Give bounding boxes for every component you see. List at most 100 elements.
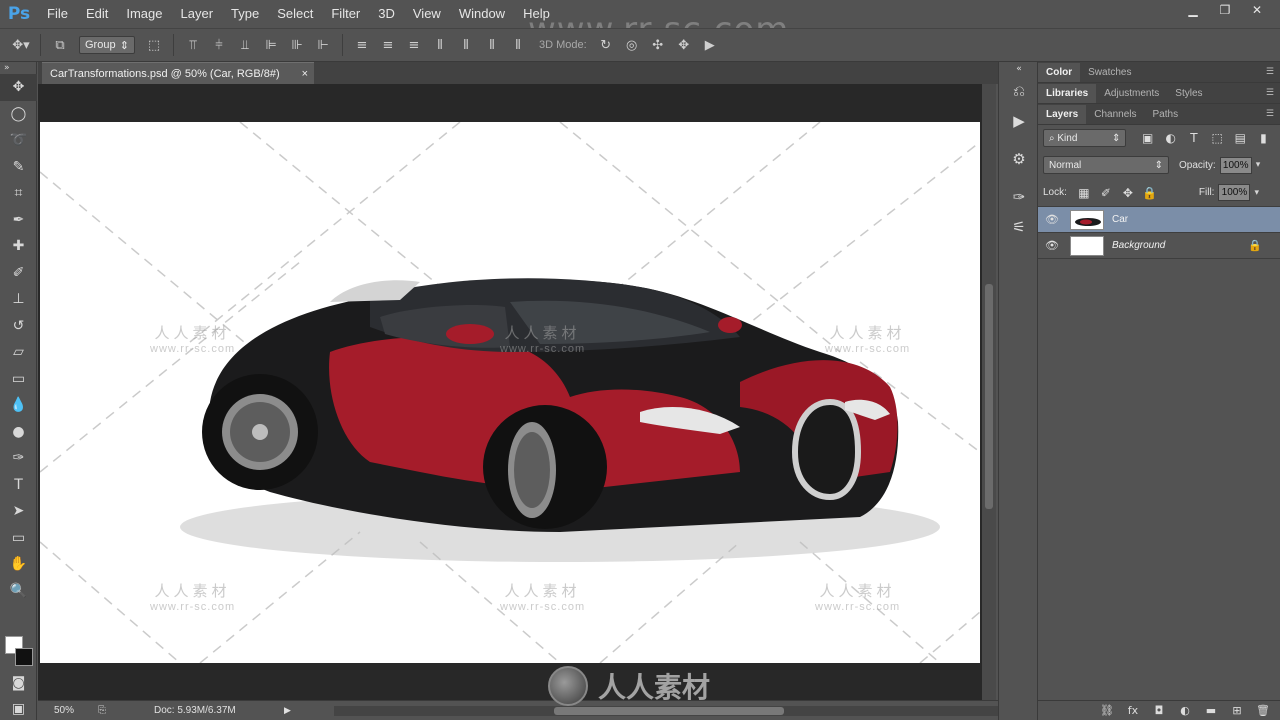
panel-menu-icon[interactable]: ☰ — [1266, 67, 1274, 77]
3d-roll-icon[interactable]: ◎ — [619, 34, 645, 56]
tab-color[interactable]: Color — [1038, 63, 1081, 82]
zoom-tool-icon[interactable]: 🔍 — [0, 578, 37, 605]
distribute-top-icon[interactable]: ≡ — [349, 34, 375, 56]
tab-layers[interactable]: Layers — [1038, 105, 1087, 124]
menu-window[interactable]: Window — [450, 0, 514, 28]
dodge-tool-icon[interactable]: ● — [0, 419, 37, 446]
fill-field[interactable]: 100% — [1218, 184, 1251, 201]
properties-panel-icon[interactable]: ⚙ — [999, 144, 1039, 174]
crop-tool-icon[interactable]: ⌗ — [0, 180, 37, 207]
3d-scale-icon[interactable]: ▶ — [697, 34, 723, 56]
tab-channels[interactable]: Channels — [1086, 105, 1144, 124]
align-hcenter-icon[interactable]: ⊪ — [284, 34, 310, 56]
background-color-swatch[interactable] — [15, 648, 33, 666]
delete-layer-icon[interactable]: 🗑 — [1252, 704, 1274, 717]
fill-arrow-icon[interactable]: ▾ — [1254, 188, 1259, 198]
distribute-vcenter-icon[interactable]: ≡ — [375, 34, 401, 56]
eye-icon[interactable]: 👁 — [1038, 239, 1066, 252]
menu-select[interactable]: Select — [268, 0, 322, 28]
menu-layer[interactable]: Layer — [172, 0, 223, 28]
lasso-tool-icon[interactable]: ➰ — [0, 127, 37, 154]
tab-swatches[interactable]: Swatches — [1080, 63, 1139, 82]
menu-image[interactable]: Image — [117, 0, 171, 28]
type-tool-icon[interactable]: T — [0, 472, 37, 499]
new-group-icon[interactable]: ▬ — [1200, 704, 1222, 717]
filter-toggle-icon[interactable]: ▮ — [1252, 131, 1275, 145]
minimize-button[interactable]: ▁ — [1178, 0, 1208, 20]
lock-pixels-icon[interactable]: ✐ — [1095, 186, 1117, 200]
menu-type[interactable]: Type — [222, 0, 268, 28]
document-canvas[interactable]: 人人素材 www.rr-sc.com 人人素材 www.rr-sc.com 人人素材… — [40, 122, 980, 663]
brush-tool-icon[interactable]: ✐ — [0, 260, 37, 287]
eraser-tool-icon[interactable]: ▱ — [0, 339, 37, 366]
blend-mode-dropdown[interactable]: Normal ⇕ — [1043, 156, 1169, 174]
lock-transparent-icon[interactable]: ▦ — [1073, 186, 1095, 200]
distribute-left-icon[interactable]: ⦀ — [427, 34, 453, 56]
align-vcenter-icon[interactable]: ⫩ — [206, 34, 232, 56]
menu-file[interactable]: File — [38, 0, 77, 28]
new-adjustment-layer-icon[interactable]: ◐ — [1174, 704, 1196, 717]
move-tool-icon[interactable]: ✥ — [0, 74, 37, 101]
menu-filter[interactable]: Filter — [322, 0, 369, 28]
layer-row-car[interactable]: 👁 Car — [1038, 207, 1280, 233]
3d-slide-icon[interactable]: ✥ — [671, 34, 697, 56]
lock-position-icon[interactable]: ✥ — [1117, 186, 1139, 200]
adjustment-filter-icon[interactable]: ◐ — [1159, 131, 1182, 145]
menu-view[interactable]: View — [404, 0, 450, 28]
color-swatches[interactable] — [5, 636, 33, 666]
horizontal-scrollbar-thumb[interactable] — [554, 707, 784, 715]
hand-tool-icon[interactable]: ✋ — [0, 551, 37, 578]
move-tool-preset-icon[interactable]: ✥▾ — [8, 34, 34, 56]
tab-paths[interactable]: Paths — [1145, 105, 1187, 124]
brush-panel-icon[interactable]: ✑ — [999, 182, 1039, 212]
new-layer-icon[interactable]: ⊞ — [1226, 704, 1248, 717]
lock-all-icon[interactable]: 🔒 — [1139, 186, 1161, 200]
status-menu-arrow-icon[interactable]: ▶ — [284, 706, 291, 716]
gradient-tool-icon[interactable]: ▭ — [0, 366, 37, 393]
blur-tool-icon[interactable]: 💧 — [0, 392, 37, 419]
opacity-arrow-icon[interactable]: ▾ — [1256, 160, 1261, 170]
auto-align-icon[interactable]: ⫴ — [505, 34, 531, 56]
link-layers-icon[interactable]: ⛓ — [1096, 704, 1118, 717]
screen-mode-icon[interactable]: ▣ — [0, 696, 37, 720]
share-icon[interactable]: ⎘ — [98, 705, 122, 716]
auto-select-icon[interactable]: ⧉ — [47, 34, 73, 56]
pixel-filter-icon[interactable]: ▣ — [1136, 131, 1159, 145]
expand-panels-icon[interactable]: « — [999, 62, 1039, 76]
filter-kind-dropdown[interactable]: ⌕ Kind ⇕ — [1043, 129, 1127, 147]
tab-styles[interactable]: Styles — [1167, 84, 1210, 103]
quick-select-tool-icon[interactable]: ✎ — [0, 154, 37, 181]
zoom-level[interactable]: 50% — [54, 705, 98, 716]
collapse-toolbar-icon[interactable]: » — [0, 62, 37, 74]
marquee-tool-icon[interactable]: ◯ — [0, 101, 37, 128]
history-brush-tool-icon[interactable]: ↺ — [0, 313, 37, 340]
document-tab[interactable]: CarTransformations.psd @ 50% (Car, RGB/8… — [42, 62, 314, 84]
add-mask-icon[interactable]: ◘ — [1148, 704, 1170, 717]
eyedropper-tool-icon[interactable]: ✒ — [0, 207, 37, 234]
distribute-hcenter-icon[interactable]: ⦀ — [453, 34, 479, 56]
layer-name[interactable]: Car — [1112, 214, 1128, 225]
layer-name[interactable]: Background — [1112, 240, 1165, 251]
close-tab-icon[interactable]: × — [302, 68, 308, 80]
panel-menu-icon[interactable]: ☰ — [1266, 88, 1274, 98]
horizontal-scrollbar[interactable] — [334, 706, 1020, 716]
opacity-field[interactable]: 100% — [1219, 156, 1252, 174]
fx-icon[interactable]: fx — [1122, 704, 1144, 717]
menu-3d[interactable]: 3D — [369, 0, 404, 28]
layer-row-background[interactable]: 👁 Background 🔒 — [1038, 233, 1280, 259]
vertical-scrollbar-thumb[interactable] — [985, 284, 993, 509]
smart-object-filter-icon[interactable]: ▤ — [1229, 131, 1252, 145]
3d-rotate-icon[interactable]: ↻ — [593, 34, 619, 56]
distribute-right-icon[interactable]: ⦀ — [479, 34, 505, 56]
align-top-icon[interactable]: ⫪ — [180, 34, 206, 56]
distribute-bottom-icon[interactable]: ≡ — [401, 34, 427, 56]
restore-button[interactable]: ❐ — [1210, 0, 1240, 20]
close-button[interactable]: ✕ — [1242, 0, 1272, 20]
menu-edit[interactable]: Edit — [77, 0, 117, 28]
align-right-icon[interactable]: ⊩ — [310, 34, 336, 56]
rectangle-tool-icon[interactable]: ▭ — [0, 525, 37, 552]
3d-pan-icon[interactable]: ✣ — [645, 34, 671, 56]
healing-brush-tool-icon[interactable]: ✚ — [0, 233, 37, 260]
type-filter-icon[interactable]: T — [1182, 131, 1205, 145]
tab-adjustments[interactable]: Adjustments — [1096, 84, 1167, 103]
